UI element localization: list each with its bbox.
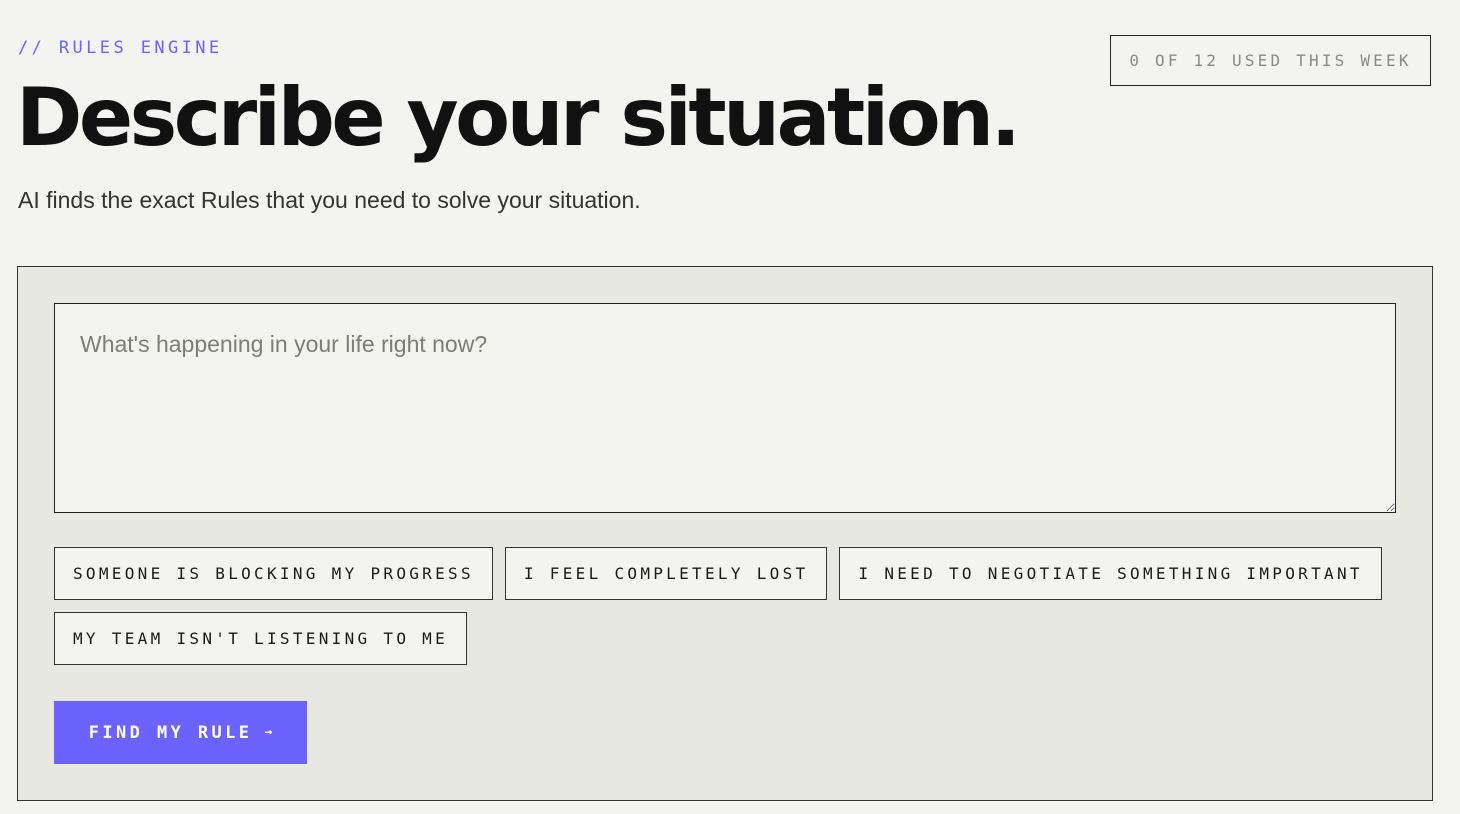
suggestion-chip-blocking-progress[interactable]: SOMEONE IS BLOCKING MY PROGRESS: [54, 547, 493, 600]
page-subtitle: AI finds the exact Rules that you need t…: [18, 187, 641, 213]
suggestion-chips: SOMEONE IS BLOCKING MY PROGRESS I FEEL C…: [54, 547, 1396, 665]
page-title: Describe your situation.: [16, 71, 1021, 164]
section-eyebrow: // RULES ENGINE: [18, 38, 223, 58]
rule-finder-panel: SOMEONE IS BLOCKING MY PROGRESS I FEEL C…: [17, 266, 1433, 801]
arrow-right-icon: →: [264, 725, 273, 740]
find-my-rule-button[interactable]: FIND MY RULE →: [54, 701, 307, 764]
suggestion-chip-feel-lost[interactable]: I FEEL COMPLETELY LOST: [504, 547, 828, 600]
situation-input[interactable]: [54, 303, 1396, 513]
suggestion-chip-negotiate[interactable]: I NEED TO NEGOTIATE SOMETHING IMPORTANT: [839, 547, 1382, 600]
find-my-rule-label: FIND MY RULE: [88, 722, 253, 743]
suggestion-chip-team-not-listening[interactable]: MY TEAM ISN'T LISTENING TO ME: [54, 612, 468, 665]
usage-counter-badge: 0 OF 12 USED THIS WEEK: [1110, 35, 1431, 86]
